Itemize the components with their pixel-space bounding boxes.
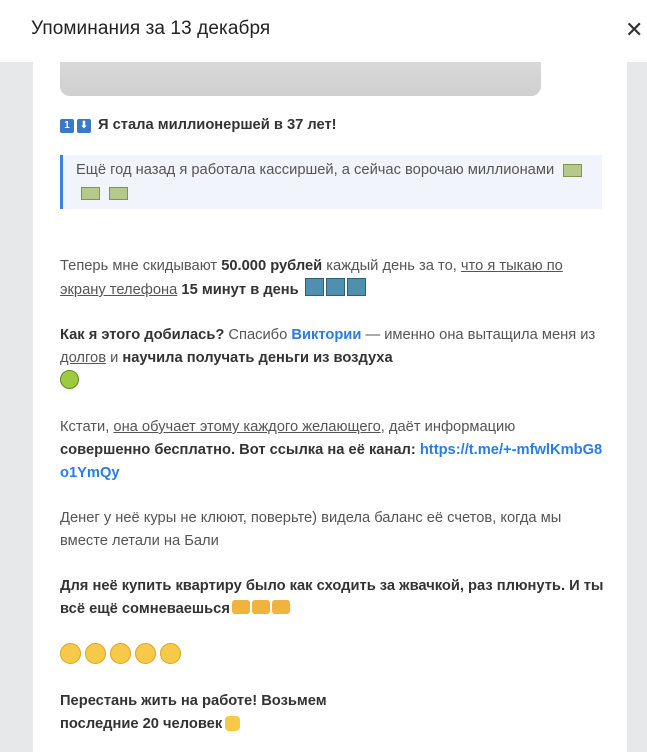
bold-time: 15 минут в день bbox=[181, 282, 299, 298]
post-media-image[interactable] bbox=[60, 62, 541, 96]
text-span: и bbox=[106, 350, 123, 366]
text-span: Кстати, bbox=[60, 419, 114, 435]
bank-building-icon bbox=[346, 278, 366, 296]
paragraph-apartment: Для неё купить квартиру было как сходить… bbox=[60, 575, 605, 621]
banknote-icon bbox=[81, 186, 100, 200]
smiling-face-icon bbox=[85, 643, 106, 664]
bold-text: научила получать деньги из воздуха bbox=[122, 350, 393, 366]
number-one-icon: 1 bbox=[60, 118, 74, 133]
smiling-face-icon bbox=[135, 643, 156, 664]
post-quote: Ещё год назад я работала кассиршей, а се… bbox=[60, 155, 602, 209]
underlined-text: она обучает этому каждого желающего bbox=[113, 419, 381, 435]
writing-hand-icon bbox=[271, 600, 290, 614]
post-content: 1 ⬇ Я стала миллионершей в 37 лет! Ещё г… bbox=[60, 114, 605, 736]
smiling-face-icon bbox=[160, 643, 181, 664]
banknote-icon bbox=[563, 163, 583, 177]
bank-building-icon bbox=[304, 278, 324, 296]
quote-text: Ещё год назад я работала кассиршей, а се… bbox=[76, 162, 555, 178]
post-heading-text: Я стала миллионершей в 37 лет! bbox=[98, 117, 337, 133]
smiley-row bbox=[60, 643, 605, 668]
underlined-text: долгов bbox=[60, 350, 106, 366]
text-span: каждый день за то, bbox=[322, 258, 461, 274]
paragraph-cta: Перестань жить на работе! Возьмем послед… bbox=[60, 690, 390, 736]
mentions-modal: Упоминания за 13 декабря ✕ 1 ⬇ Я стала м… bbox=[0, 0, 647, 752]
bold-text: Перестань жить на работе! Возьмем послед… bbox=[60, 693, 327, 732]
post-heading: 1 ⬇ Я стала миллионершей в 37 лет! bbox=[60, 114, 605, 137]
modal-header: Упоминания за 13 декабря ✕ bbox=[0, 0, 647, 63]
writing-hand-icon bbox=[251, 600, 270, 614]
viktoria-link[interactable]: Виктории bbox=[291, 327, 361, 343]
arrow-down-icon: ⬇ bbox=[77, 118, 91, 133]
money-mouth-face-icon bbox=[60, 370, 79, 389]
bold-amount: 50.000 рублей bbox=[221, 258, 323, 274]
bold-question: Как я этого добилась? bbox=[60, 327, 225, 343]
paragraph-channel: Кстати, она обучает этому каждого желающ… bbox=[60, 416, 605, 485]
post-card: 1 ⬇ Я стала миллионершей в 37 лет! Ещё г… bbox=[33, 62, 627, 752]
text-span: — именно она вытащила меня из bbox=[361, 327, 596, 343]
banknote-icon bbox=[109, 186, 129, 200]
paragraph-how: Как я этого добилась? Спасибо Виктории —… bbox=[60, 324, 605, 394]
text-span: Теперь мне скидывают bbox=[60, 258, 222, 274]
writing-hand-icon bbox=[231, 600, 250, 614]
paragraph-balance: Денег у неё куры не клюют, поверьте) вид… bbox=[60, 510, 562, 549]
bold-text: Для неё купить квартиру было как сходить… bbox=[60, 578, 604, 617]
smiling-face-icon bbox=[60, 643, 81, 664]
text-span: , даёт информацию bbox=[380, 419, 516, 435]
modal-title: Упоминания за 13 декабря bbox=[31, 18, 271, 39]
text-span: Спасибо bbox=[224, 327, 292, 343]
paragraph-earnings: Теперь мне скидывают 50.000 рублей кажды… bbox=[60, 255, 605, 302]
close-icon[interactable]: ✕ bbox=[625, 14, 647, 46]
bank-building-icon bbox=[325, 278, 345, 296]
pointing-down-icon bbox=[225, 716, 241, 731]
bold-text: совершенно бесплатно. Вот ссылка на её к… bbox=[60, 442, 416, 458]
smiling-face-icon bbox=[110, 643, 131, 664]
